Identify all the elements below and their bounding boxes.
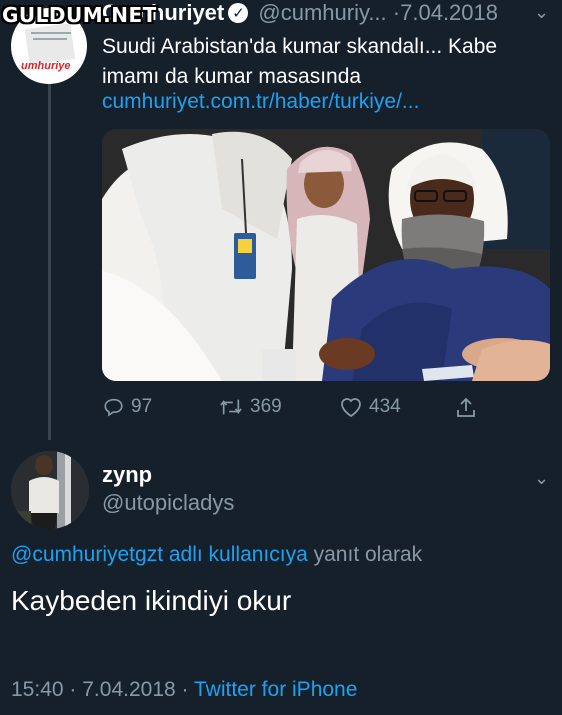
paper-line xyxy=(31,32,71,34)
zynp-avatar[interactable] xyxy=(11,451,89,529)
reply-footer: 15:40 · 7.04.2018 · Twitter for iPhone xyxy=(11,678,357,702)
reply-mention[interactable]: @cumhuriyetgzt adlı kullanıcıya xyxy=(11,543,308,566)
tweet-header: Cumhuriyet @cumhuriy... ·7.04.2018 xyxy=(102,0,498,27)
author-handle[interactable]: @cumhuriy... xyxy=(258,0,386,25)
tweet-link[interactable]: cumhuriyet.com.tr/haber/turkiye/... xyxy=(102,90,419,114)
reply-text: Kaybeden ikindiyi okur xyxy=(11,585,292,616)
chevron-down-icon[interactable]: ⌄ xyxy=(534,468,549,489)
tweet-source[interactable]: Twitter for iPhone xyxy=(194,678,357,701)
retweet-icon xyxy=(220,399,242,415)
like-action[interactable]: 434 xyxy=(339,396,401,418)
reply-author-name[interactable]: zynp xyxy=(102,462,152,488)
like-count: 434 xyxy=(369,396,401,417)
reply-icon xyxy=(104,398,123,417)
reply-suffix: yanıt olarak xyxy=(313,543,423,566)
reply-time: 15:40 xyxy=(11,678,64,701)
replying-to: @cumhuriyetgzt adlı kullanıcıya yanıt ol… xyxy=(11,543,422,567)
watermark: GULDUM.NET xyxy=(2,3,157,27)
tweet-photo[interactable] xyxy=(102,129,550,381)
footer-separator: · xyxy=(69,678,77,701)
newspaper-image xyxy=(24,22,76,66)
reply-date: 7.04.2018 xyxy=(82,678,176,701)
avatar-logo: umhuriye xyxy=(21,60,71,72)
share-action[interactable] xyxy=(454,396,478,420)
share-icon xyxy=(457,397,475,417)
reply-author-handle[interactable]: @utopicladys xyxy=(102,490,234,516)
reply-action[interactable]: 97 xyxy=(103,396,152,418)
tweet-text: Suudi Arabistan'da kumar skandalı... Kab… xyxy=(102,35,498,88)
footer-separator: · xyxy=(181,678,189,701)
tweet-date[interactable]: 7.04.2018 xyxy=(400,0,498,25)
paper-line xyxy=(33,38,67,40)
thread-line xyxy=(48,72,51,440)
reply-count: 97 xyxy=(131,396,153,417)
photo-illustration xyxy=(102,129,550,381)
chevron-down-icon[interactable]: ⌄ xyxy=(534,2,549,23)
retweet-action[interactable]: 369 xyxy=(218,396,282,418)
avatar-photo xyxy=(11,451,89,529)
verified-badge-icon xyxy=(228,1,249,27)
heart-icon xyxy=(341,398,361,418)
retweet-count: 369 xyxy=(250,396,282,417)
